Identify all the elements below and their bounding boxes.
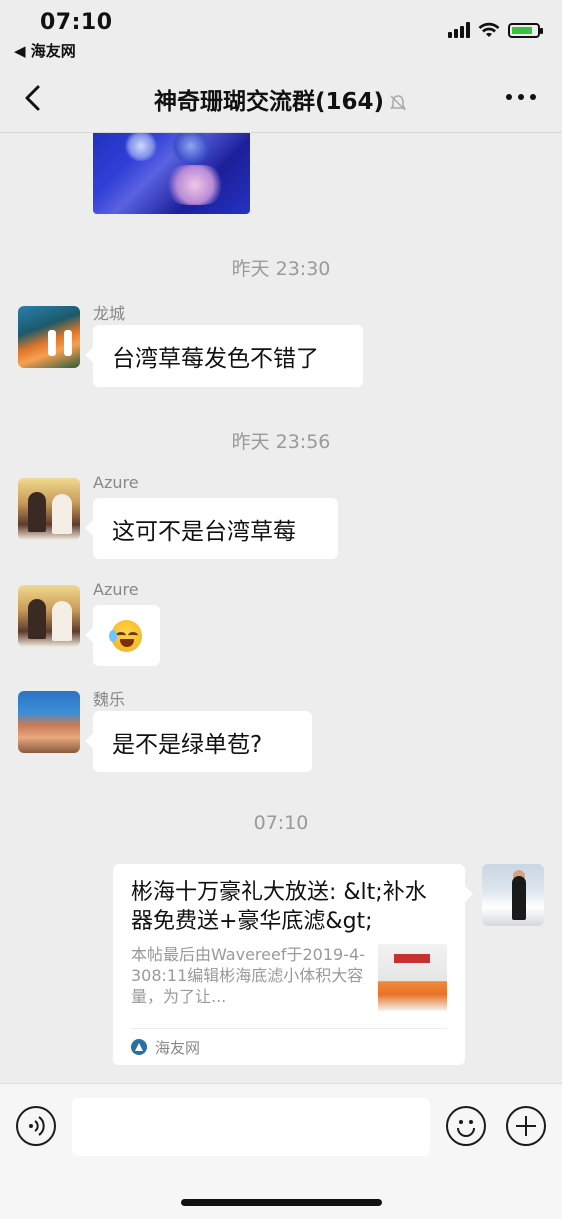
message-text: 台湾草莓发色不错了 [112,346,319,372]
link-card-footer: 海友网 [131,1028,447,1065]
link-card-thumbnail [378,944,447,1011]
sender-name: Azure [93,580,139,599]
link-card-source: 海友网 [155,1038,201,1057]
sender-name: Azure [93,473,139,492]
message-input[interactable] [72,1098,430,1156]
link-card[interactable]: 彬海十万豪礼大放送: &lt;补水器免费送+豪华底滤&gt; 本帖最后由Wave… [113,864,473,1065]
sender-name: 魏乐 [93,690,126,709]
bell-off-icon [390,94,407,111]
my-avatar[interactable] [482,864,544,926]
avatar[interactable] [18,585,80,647]
avatar[interactable] [18,691,80,753]
crying-laughing-emoji-icon [109,619,142,652]
more-icon[interactable] [506,94,536,100]
message-bubble[interactable]: 台湾草莓发色不错了 [85,325,363,387]
voice-icon[interactable] [16,1106,56,1146]
message-timestamp: 昨天 23:56 [231,431,331,453]
message-bubble[interactable] [85,605,160,666]
message-bubble[interactable]: 这可不是台湾草莓 [85,498,338,559]
plus-icon[interactable] [506,1106,546,1146]
message-timestamp: 昨天 23:30 [231,258,331,280]
home-indicator[interactable] [181,1199,382,1206]
battery-fill [512,26,533,34]
status-icons [448,22,543,38]
status-time: 07:10 [40,10,113,35]
message-timestamp: 07:10 [253,812,309,834]
chat-title: 神奇珊瑚交流群(164) [153,89,385,115]
back-to-app-link[interactable]: ◀ 海友网 [14,40,76,61]
source-logo-icon [131,1039,147,1055]
link-card-description: 本帖最后由Wavereef于2019-4-308:11编辑彬海底滤小体积大容量，… [131,945,365,1006]
sender-name: 龙城 [93,304,126,323]
signal-icon [448,22,470,38]
link-card-title: 彬海十万豪礼大放送: &lt;补水器免费送+豪华底滤&gt; [131,880,427,934]
message-text: 这可不是台湾草莓 [112,518,296,545]
status-bar: 07:10 ◀ 海友网 [0,0,562,64]
emoji-icon[interactable] [446,1106,486,1146]
avatar[interactable] [18,478,80,540]
message-bubble[interactable]: 是不是绿单苞? [85,711,312,772]
battery-icon [508,22,543,38]
wifi-icon [478,22,500,37]
image-message[interactable] [93,133,250,214]
avatar[interactable] [18,306,80,368]
chat-header: 神奇珊瑚交流群(164) [0,64,562,133]
chat-title-wrap: 神奇珊瑚交流群(164) [0,82,562,116]
message-text: 是不是绿单苞? [112,731,263,758]
input-bar [0,1083,562,1219]
message-list[interactable]: 昨天 23:30 龙城 台湾草莓发色不错了 昨天 23:56 Azure 这可不… [0,133,562,1083]
